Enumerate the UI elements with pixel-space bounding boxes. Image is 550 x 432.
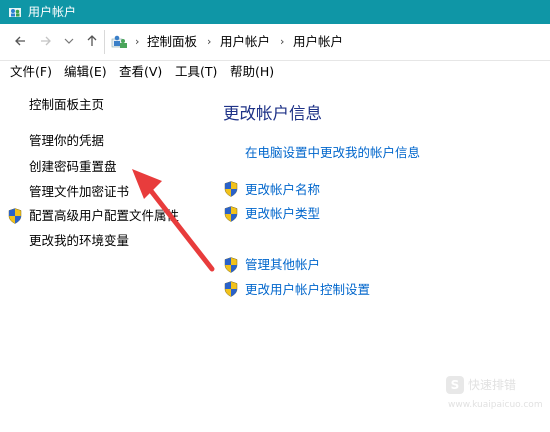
up-arrow-icon[interactable] [84,33,100,49]
menu-help[interactable]: 帮助(H) [230,64,274,80]
title-bar: 用户帐户 [0,0,550,24]
watermark-logo-icon: S [446,376,464,394]
control-panel-home-link[interactable]: 控制面板主页 [29,96,104,114]
change-uac-settings-link[interactable]: 更改用户帐户控制设置 [245,281,370,299]
create-password-reset-disk-link[interactable]: 创建密码重置盘 [29,158,117,176]
navigation-bar: › 控制面板 › 用户帐户 › 用户帐户 [0,24,550,61]
chevron-down-icon[interactable] [63,33,75,49]
change-in-pc-settings-link[interactable]: 在电脑设置中更改我的帐户信息 [245,144,420,162]
breadcrumb-separator-icon: › [207,35,212,48]
address-bar[interactable]: › 控制面板 › 用户帐户 › 用户帐户 [104,30,550,54]
change-environment-variables-link[interactable]: 更改我的环境变量 [29,232,129,250]
menu-bar: 文件(F) 编辑(E) 查看(V) 工具(T) 帮助(H) [0,61,550,83]
forward-arrow-icon[interactable] [38,33,54,49]
menu-view[interactable]: 查看(V) [119,64,162,80]
change-account-type-link[interactable]: 更改帐户类型 [245,205,320,223]
uac-shield-icon [8,208,22,224]
control-panel-icon [111,35,127,48]
users-app-icon [9,8,21,17]
breadcrumb-separator-icon: › [280,35,285,48]
breadcrumb-control-panel[interactable]: 控制面板 [147,33,197,51]
annotation-arrow-icon [132,169,215,272]
page-title: 更改帐户信息 [223,104,322,123]
manage-credentials-link[interactable]: 管理你的凭据 [29,132,104,150]
breadcrumb-user-accounts-current[interactable]: 用户帐户 [293,33,343,51]
window-title: 用户帐户 [28,5,77,19]
uac-shield-icon [224,206,238,222]
menu-tools[interactable]: 工具(T) [175,64,217,80]
manage-file-encryption-certificates-link[interactable]: 管理文件加密证书 [29,183,129,201]
breadcrumb-separator-icon: › [135,35,140,48]
menu-edit[interactable]: 编辑(E) [64,64,107,80]
menu-file[interactable]: 文件(F) [10,64,52,80]
uac-shield-icon [224,257,238,273]
watermark-text: 快速排错 [468,378,517,392]
uac-shield-icon [224,181,238,197]
manage-other-accounts-link[interactable]: 管理其他帐户 [245,256,320,274]
change-account-name-link[interactable]: 更改帐户名称 [245,181,320,199]
breadcrumb-user-accounts[interactable]: 用户帐户 [220,33,270,51]
watermark-url: www.kuaipaicuo.com [448,400,543,410]
uac-shield-icon [224,281,238,297]
watermark: S 快速排错 www.kuaipaicuo.com [446,376,543,416]
back-arrow-icon[interactable] [12,33,28,49]
